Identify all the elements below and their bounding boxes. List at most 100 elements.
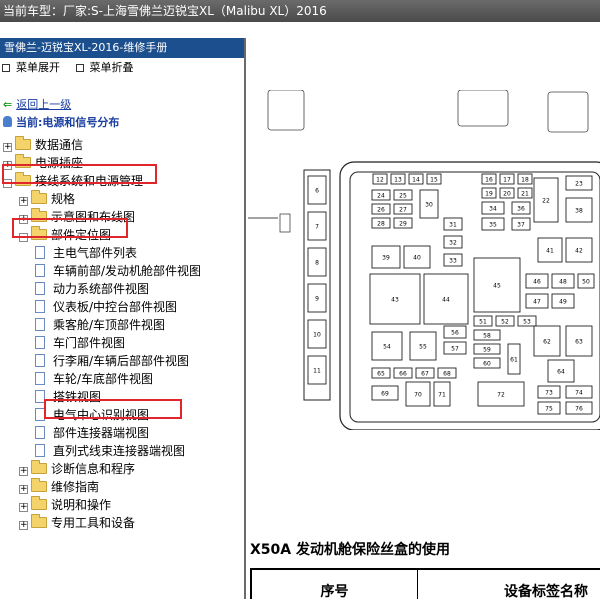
tree-item[interactable]: 乘客舱/车顶部件视图 — [35, 316, 165, 334]
tree-item-label: 维修指南 — [51, 480, 100, 494]
app-window: 当前车型：厂家:S-上海雪佛兰迈锐宝XL（Malibu XL）2016 雪佛兰-… — [0, 0, 600, 599]
fuse-label: 69 — [381, 391, 389, 398]
menu-toolbar: 菜单展开 菜单折叠 — [0, 58, 244, 78]
fuse-label: 61 — [510, 357, 518, 364]
vehicle-value: 厂家:S-上海雪佛兰迈锐宝XL（Malibu XL）2016 — [63, 4, 327, 18]
tree-item[interactable]: 直列式线束连接器端视图 — [35, 442, 185, 460]
document-icon — [35, 426, 45, 439]
folder-icon — [31, 460, 47, 474]
fuse-label: 9 — [315, 296, 319, 303]
manual-title: 雪佛兰-迈锐宝XL-2016-维修手册 — [0, 38, 244, 58]
folder-icon — [31, 496, 47, 510]
menu-collapse-label: 菜单折叠 — [89, 61, 134, 74]
tree-item[interactable]: 车辆前部/发动机舱部件视图 — [35, 262, 201, 280]
fuse-label: 22 — [542, 198, 550, 205]
fuse-label: 16 — [485, 177, 493, 184]
fuse-table-header: 序号 设备标签名称 — [250, 568, 600, 599]
fuse-label: 35 — [489, 222, 497, 229]
fuse-label: 27 — [399, 207, 407, 214]
document-icon — [35, 264, 45, 277]
tree-toggle-icon[interactable]: + — [19, 197, 28, 206]
tree-item-label: 行李厢/车辆后部部件视图 — [53, 354, 190, 368]
tree-item[interactable]: 仪表板/中控台部件视图 — [35, 298, 177, 316]
document-icon — [35, 318, 45, 331]
tree-item-label: 说明和操作 — [51, 498, 112, 512]
tree-item[interactable]: 主电气部件列表 — [35, 244, 137, 262]
tree-item-label: 专用工具和设备 — [51, 516, 136, 530]
fuse-label: 29 — [399, 221, 407, 228]
fuse-label: 72 — [497, 392, 505, 399]
fuse-label: 40 — [413, 255, 421, 262]
fuse-label: 10 — [313, 332, 321, 339]
tree-item-label: 车门部件视图 — [53, 336, 126, 350]
fuse-label: 25 — [399, 193, 407, 200]
tree-item[interactable]: + 规格 — [19, 190, 75, 208]
fuse-label: 7 — [315, 224, 319, 231]
tree-item[interactable]: + 维修指南 — [19, 478, 99, 496]
fuse-label: 62 — [543, 339, 551, 346]
fuse-label: 48 — [559, 279, 567, 286]
fuse-label: 59 — [483, 347, 491, 354]
fuse-label: 49 — [559, 299, 567, 306]
tree-item-label: 诊断信息和程序 — [51, 462, 136, 476]
back-link[interactable]: ⇐ 返回上一级 — [3, 96, 71, 112]
fuse-label: 20 — [503, 191, 511, 198]
tree-toggle-icon[interactable]: + — [19, 521, 28, 530]
fuse-label: 37 — [517, 222, 525, 229]
tree-item[interactable]: + 诊断信息和程序 — [19, 460, 135, 478]
tree-toggle-icon[interactable]: + — [3, 143, 12, 152]
tree-item[interactable]: + 说明和操作 — [19, 496, 111, 514]
fuse-label: 31 — [449, 222, 457, 229]
tree-toggle-icon[interactable]: + — [19, 467, 28, 476]
tree-item[interactable]: 行李厢/车辆后部部件视图 — [35, 352, 189, 370]
vehicle-label: 当前车型： — [3, 4, 64, 18]
tree-item[interactable]: 部件连接器端视图 — [35, 424, 149, 442]
tree-item[interactable]: 车门部件视图 — [35, 334, 125, 352]
tree-item-label: 直列式线束连接器端视图 — [53, 444, 186, 458]
content-panel: 6 7 8 9 10 11 12 13 14 15 16 17 18 19 20 21 22 23 24 25 26 27… — [248, 22, 600, 599]
fuse-label: 33 — [449, 258, 457, 265]
tree-toggle-icon[interactable]: + — [19, 503, 28, 512]
tree-item[interactable]: 动力系统部件视图 — [35, 280, 149, 298]
fuse-label: 26 — [377, 207, 385, 214]
fuse-label: 58 — [483, 333, 491, 340]
collapse-icon — [75, 64, 84, 72]
fuse-label: 50 — [582, 279, 590, 286]
tree-item-label: 动力系统部件视图 — [53, 282, 150, 296]
tree-item-label: 数据通信 — [35, 138, 84, 152]
fuse-label: 19 — [485, 191, 493, 198]
document-icon — [35, 246, 45, 259]
fuse-box-diagram: 6789101112 13 14 15 16 17 1819 20 21222324 2526 27… — [248, 90, 600, 430]
highlight-box-electrical-center — [44, 399, 182, 419]
fuse-label: 73 — [545, 390, 553, 397]
folder-icon — [31, 190, 47, 204]
fuse-label: 76 — [575, 406, 583, 413]
folder-icon — [15, 136, 31, 150]
menu-collapse-button[interactable]: 菜单折叠 — [75, 58, 134, 78]
navigation-panel: 雪佛兰-迈锐宝XL-2016-维修手册 菜单展开 菜单折叠 ⇐ 返回上一级 当前:… — [0, 38, 246, 599]
tree-item[interactable]: + 数据通信 — [3, 136, 83, 154]
table-header-device-label: 设备标签名称 — [504, 584, 588, 599]
fuse-label: 68 — [443, 371, 451, 378]
back-label: 返回上一级 — [16, 98, 72, 111]
expand-icon — [2, 64, 10, 72]
tree-item-label: 主电气部件列表 — [53, 246, 138, 260]
fuse-label: 74 — [575, 390, 583, 397]
tree-toggle-icon[interactable]: + — [19, 485, 28, 494]
fuse-label: 46 — [533, 279, 541, 286]
menu-expand-button[interactable]: 菜单展开 — [2, 58, 60, 78]
fuse-label: 12 — [376, 177, 384, 184]
fuse-label: 18 — [521, 177, 529, 184]
document-icon — [35, 372, 45, 385]
fuse-label: 65 — [377, 371, 385, 378]
fuse-label: 44 — [442, 297, 450, 304]
tree-item[interactable]: 车轮/车底部件视图 — [35, 370, 153, 388]
tree-item[interactable]: + 专用工具和设备 — [19, 514, 135, 532]
tree-item-label: 乘客舱/车顶部件视图 — [53, 318, 166, 332]
fuse-label: 64 — [557, 369, 565, 376]
fuse-label: 71 — [438, 392, 446, 399]
fuse-label: 14 — [412, 177, 420, 184]
fuse-label: 55 — [419, 344, 427, 351]
fuse-label: 54 — [383, 344, 391, 351]
fuse-label: 41 — [546, 248, 554, 255]
